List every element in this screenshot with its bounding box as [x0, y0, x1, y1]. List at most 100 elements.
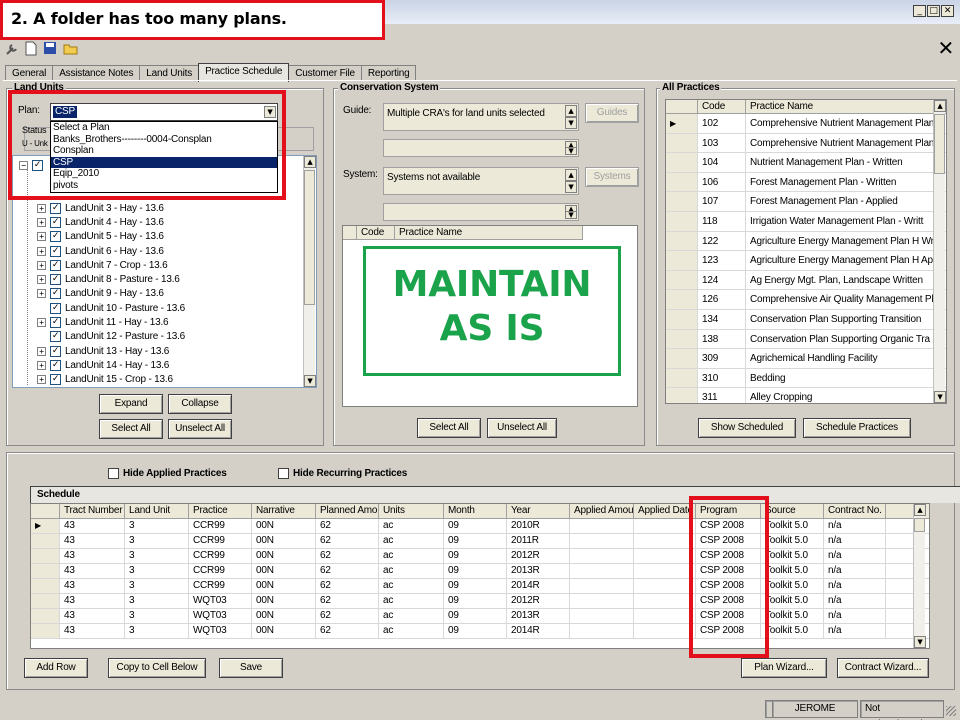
current-row-indicator-icon[interactable]: ▶ — [666, 114, 698, 133]
schedule-cell[interactable]: 62 — [316, 534, 379, 548]
tab-customer-file[interactable]: Customer File — [288, 65, 362, 81]
current-row-indicator-icon[interactable]: ▶ — [31, 519, 60, 533]
schedule-cell[interactable] — [570, 624, 634, 638]
schedule-cell[interactable]: CCR99 — [189, 564, 252, 578]
schedule-grid[interactable]: Tract Number Land Unit Practice Narrativ… — [30, 503, 930, 649]
col-code[interactable]: Code — [698, 100, 746, 113]
row-selector[interactable] — [31, 564, 60, 578]
land-unit-item[interactable]: + ✓ LandUnit 11 - Hay - 13.6 — [37, 315, 169, 329]
option-eqip-2010[interactable]: Eqip_2010 — [51, 168, 277, 180]
scroll-down-icon[interactable]: ▼ — [304, 375, 316, 387]
option-pivots[interactable]: pivots — [51, 180, 277, 192]
schedule-cell[interactable]: 3 — [125, 579, 189, 593]
schedule-practices-button[interactable]: Schedule Practices — [803, 418, 911, 438]
row-selector[interactable] — [666, 309, 698, 329]
collapse-button[interactable]: Collapse — [168, 394, 232, 414]
schedule-cell[interactable]: 62 — [316, 519, 379, 533]
schedule-cell[interactable] — [570, 534, 634, 548]
schedule-cell[interactable]: WQT03 — [189, 594, 252, 608]
schedule-cell[interactable] — [570, 609, 634, 623]
systems-button[interactable]: Systems — [585, 167, 639, 187]
option-select-a-plan[interactable]: Select a Plan — [51, 122, 277, 134]
scroll-up-icon[interactable]: ▲ — [304, 156, 316, 168]
schedule-cell[interactable]: WQT03 — [189, 609, 252, 623]
expand-toggle-icon[interactable]: + — [37, 289, 46, 299]
practice-row[interactable]: 122 Agriculture Energy Management Plan H … — [666, 231, 946, 252]
land-unit-checkbox[interactable]: ✓ — [50, 317, 61, 329]
col-land-unit[interactable]: Land Unit — [125, 504, 189, 518]
save-button[interactable]: Save — [219, 658, 283, 678]
schedule-cell[interactable]: 00N — [252, 564, 316, 578]
schedule-cell[interactable]: 09 — [444, 609, 507, 623]
land-unit-checkbox[interactable]: ✓ — [50, 274, 61, 286]
schedule-row[interactable]: 43 3 WQT03 00N 62 ac 09 2012R CSP 2008 Toolkit 5.… — [31, 594, 929, 609]
guide-down-icon[interactable]: ▼ — [565, 117, 577, 129]
land-unit-item[interactable]: + ✓ LandUnit 5 - Hay - 13.6 — [37, 230, 164, 244]
schedule-cell[interactable]: 09 — [444, 624, 507, 638]
practice-row[interactable]: 310 Bedding — [666, 368, 946, 389]
unselect-all-system-button[interactable]: Unselect All — [487, 418, 557, 438]
schedule-cell[interactable]: 2012R — [507, 594, 570, 608]
guide-field[interactable]: Multiple CRA's for land units selected ▲… — [383, 103, 579, 131]
schedule-cell[interactable] — [634, 624, 696, 638]
schedule-cell[interactable]: 09 — [444, 519, 507, 533]
schedule-cell[interactable]: Toolkit 5.0 — [761, 609, 824, 623]
schedule-cell[interactable]: WQT03 — [189, 624, 252, 638]
scroll-thumb[interactable] — [934, 114, 945, 174]
schedule-cell[interactable]: 3 — [125, 549, 189, 563]
row-selector[interactable] — [31, 534, 60, 548]
schedule-cell[interactable]: 00N — [252, 624, 316, 638]
expand-toggle-icon[interactable]: + — [37, 318, 46, 328]
schedule-cell[interactable]: 62 — [316, 609, 379, 623]
schedule-cell[interactable]: ac — [379, 624, 444, 638]
schedule-cell[interactable] — [634, 534, 696, 548]
schedule-cell[interactable] — [634, 564, 696, 578]
tree-scrollbar[interactable]: ▲ ▼ — [303, 156, 316, 387]
schedule-cell[interactable]: 2012R — [507, 549, 570, 563]
land-unit-checkbox[interactable]: ✓ — [50, 259, 61, 271]
practices-scrollbar[interactable]: ▲ ▼ — [933, 100, 946, 403]
schedule-cell[interactable] — [634, 609, 696, 623]
scroll-down-icon[interactable]: ▼ — [914, 636, 926, 648]
expand-toggle-icon[interactable]: + — [37, 203, 46, 213]
schedule-cell[interactable]: 43 — [60, 534, 125, 548]
schedule-cell[interactable]: Toolkit 5.0 — [761, 564, 824, 578]
maximize-button[interactable]: □ — [927, 5, 940, 17]
schedule-cell[interactable]: 3 — [125, 594, 189, 608]
schedule-row[interactable]: 43 3 CCR99 00N 62 ac 09 2011R CSP 2008 Toolkit 5.… — [31, 534, 929, 549]
schedule-row[interactable]: ▶ 43 3 CCR99 00N 62 ac 09 2010R CSP 2008 Toolkit 5… — [31, 519, 929, 534]
row-selector[interactable] — [666, 231, 698, 251]
expand-toggle-icon[interactable]: + — [37, 232, 46, 242]
schedule-cell[interactable]: ac — [379, 519, 444, 533]
guides-button[interactable]: Guides — [585, 103, 639, 123]
land-unit-checkbox[interactable]: ✓ — [50, 288, 61, 300]
col-applied-amount[interactable]: Applied Amou — [570, 504, 634, 518]
expand-button[interactable]: Expand — [99, 394, 163, 414]
option-consplan[interactable]: Consplan — [51, 145, 277, 157]
practice-row[interactable]: 107 Forest Management Plan - Applied — [666, 192, 946, 212]
row-selector[interactable] — [31, 594, 60, 608]
contract-wizard-button[interactable]: Contract Wizard... — [837, 658, 929, 678]
schedule-cell[interactable]: n/a — [824, 534, 886, 548]
schedule-cell[interactable]: 3 — [125, 519, 189, 533]
schedule-cell[interactable]: n/a — [824, 594, 886, 608]
schedule-cell[interactable]: 2010R — [507, 519, 570, 533]
schedule-cell[interactable]: 43 — [60, 579, 125, 593]
practice-row[interactable]: 309 Agrichemical Handling Facility — [666, 349, 946, 369]
close-document-icon[interactable]: ✕ — [937, 37, 954, 59]
select-all-system-button[interactable]: Select All — [417, 418, 481, 438]
col-source[interactable]: Source — [761, 504, 824, 518]
system2-down-icon[interactable]: ▼ — [565, 211, 577, 219]
row-selector[interactable] — [666, 329, 698, 349]
expand-toggle-icon[interactable]: + — [37, 375, 46, 385]
schedule-cell[interactable]: 43 — [60, 594, 125, 608]
schedule-cell[interactable]: 2014R — [507, 579, 570, 593]
schedule-cell[interactable]: CCR99 — [189, 519, 252, 533]
schedule-cell[interactable]: 3 — [125, 624, 189, 638]
practice-row[interactable]: 134 Conservation Plan Supporting Transiti… — [666, 309, 946, 330]
new-document-icon[interactable] — [25, 41, 37, 56]
schedule-cell[interactable]: n/a — [824, 519, 886, 533]
schedule-cell[interactable]: 2011R — [507, 534, 570, 548]
select-all-land-units-button[interactable]: Select All — [99, 419, 163, 439]
row-selector[interactable] — [666, 270, 698, 290]
